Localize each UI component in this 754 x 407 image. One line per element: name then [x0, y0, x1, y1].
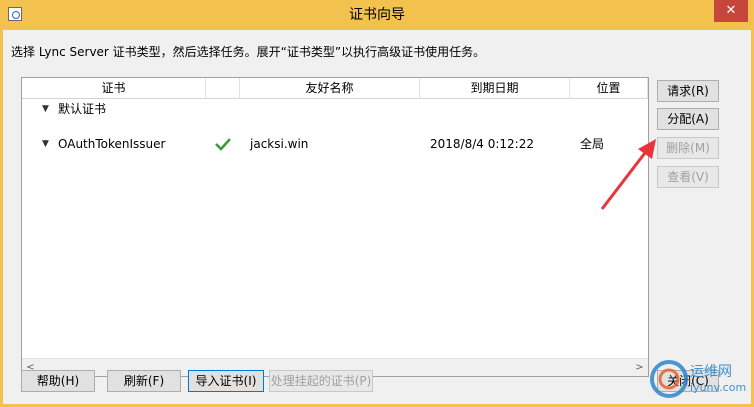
cell-certificate: OAuthTokenIssuer [58, 137, 166, 151]
watermark-logo-icon [650, 360, 688, 398]
green-check-icon [215, 138, 231, 151]
request-button[interactable]: 请求(R) [657, 80, 719, 102]
column-header-expiry[interactable]: 到期日期 [420, 78, 570, 98]
chevron-down-icon[interactable]: ▼ [42, 98, 49, 120]
cell-expiry: 2018/8/4 0:12:22 [430, 137, 534, 151]
view-button[interactable]: 查看(V) [657, 166, 719, 188]
table-row[interactable]: ▼ OAuthTokenIssuer jacksi.win 2018/8/4 0… [22, 133, 648, 155]
scroll-right-icon[interactable]: > [631, 359, 648, 376]
import-certificate-button[interactable]: 导入证书(I) [188, 370, 264, 392]
instruction-text: 选择 Lync Server 证书类型，然后选择任务。展开“证书类型”以执行高级… [11, 45, 486, 59]
cell-friendly-name: jacksi.win [250, 137, 309, 151]
group-row-default[interactable]: ▼ 默认证书 [22, 98, 648, 120]
group-label: 默认证书 [58, 102, 107, 116]
certificate-wizard-window: 证书向导 ✕ 选择 Lync Server 证书类型，然后选择任务。展开“证书类… [0, 0, 754, 407]
column-header-friendly-name[interactable]: 友好名称 [240, 78, 420, 98]
watermark-text: 运维网 [690, 364, 732, 380]
column-header-location[interactable]: 位置 [570, 78, 648, 98]
annotation-arrow-icon [600, 139, 656, 210]
certificate-list[interactable]: 证书 友好名称 到期日期 位置 ▼ 默认证书 ▼ OAuthTokenIssue… [21, 77, 649, 377]
client-area: 选择 Lync Server 证书类型，然后选择任务。展开“证书类型”以执行高级… [3, 30, 751, 404]
help-button[interactable]: 帮助(H) [21, 370, 95, 392]
watermark: 运维网 iyunv.com [650, 355, 750, 405]
refresh-button[interactable]: 刷新(F) [107, 370, 181, 392]
list-header: 证书 友好名称 到期日期 位置 [22, 78, 648, 99]
close-window-button[interactable]: ✕ [714, 0, 748, 22]
window-title: 证书向导 [349, 7, 405, 23]
watermark-domain: iyunv.com [690, 381, 747, 394]
title-bar[interactable]: 证书向导 ✕ [0, 0, 754, 30]
column-header-certificate[interactable]: 证书 [22, 78, 206, 98]
remove-button[interactable]: 删除(M) [657, 137, 719, 159]
process-pending-button[interactable]: 处理挂起的证书(P) [269, 370, 373, 392]
column-header-status[interactable] [206, 78, 240, 98]
chevron-down-icon[interactable]: ▼ [42, 133, 49, 155]
assign-button[interactable]: 分配(A) [657, 108, 719, 130]
